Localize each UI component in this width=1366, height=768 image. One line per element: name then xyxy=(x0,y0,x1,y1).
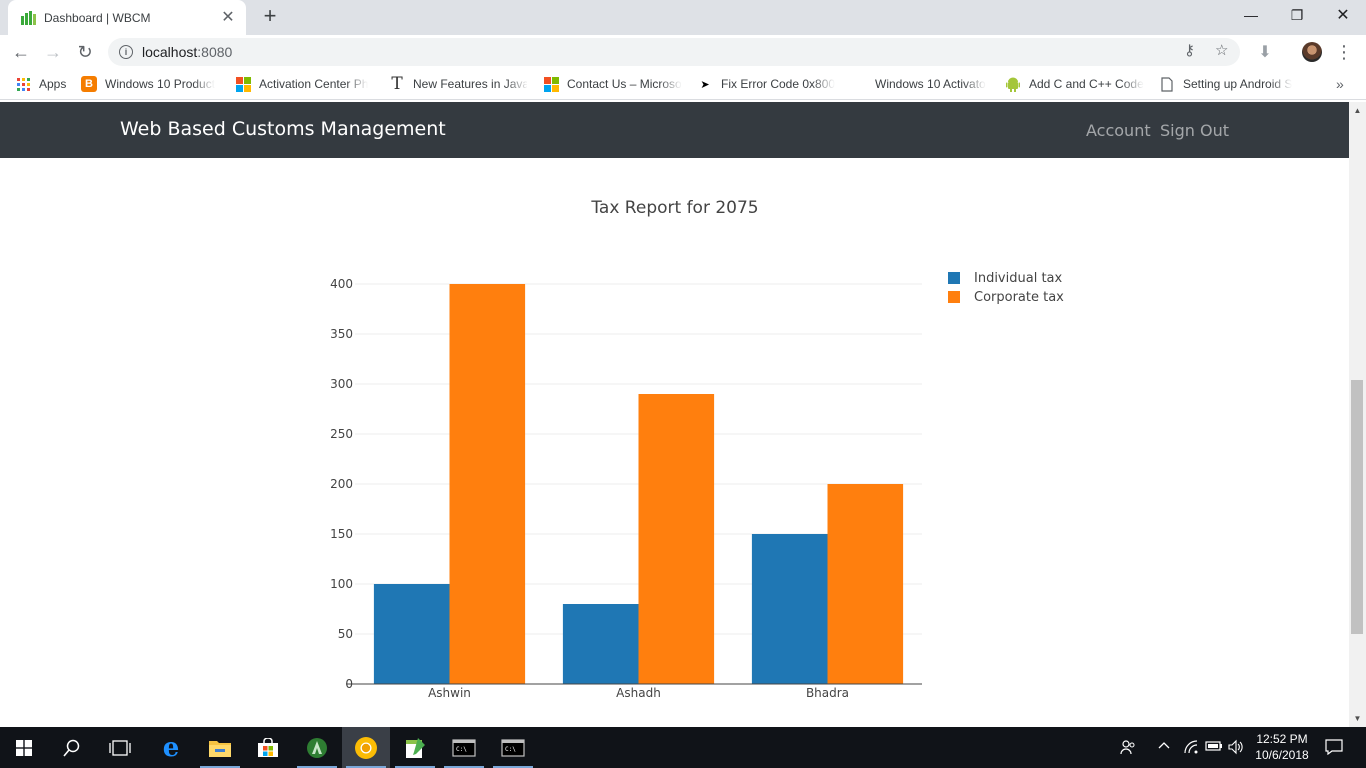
tax-report-chart: Tax Report for 2075050100150200250300350… xyxy=(330,198,1064,700)
key-icon[interactable]: ⚷ xyxy=(1184,41,1195,59)
legend-label: Individual tax xyxy=(974,271,1063,286)
blank-icon xyxy=(851,76,867,92)
bar-corporate xyxy=(638,394,715,684)
clock-date: 10/6/2018 xyxy=(1255,748,1309,762)
app-brand[interactable]: Web Based Customs Management xyxy=(120,118,446,140)
site-info-icon[interactable]: i xyxy=(119,45,133,59)
x-tick-label: Ashwin xyxy=(428,686,471,700)
chevron-up-icon[interactable] xyxy=(1157,739,1171,756)
legend-swatch xyxy=(948,291,960,303)
bookmarks-bar: Apps B Windows 10 Product Activation Cen… xyxy=(0,69,1366,100)
y-tick-label: 400 xyxy=(330,277,353,291)
serif-t-icon: T xyxy=(391,76,403,92)
scroll-up-icon[interactable]: ▲ xyxy=(1349,102,1366,119)
android-icon xyxy=(1005,76,1021,92)
bookmark-item[interactable]: B Windows 10 Product xyxy=(81,76,216,92)
y-tick-label: 150 xyxy=(330,527,353,541)
restore-button[interactable]: ❐ xyxy=(1274,0,1320,30)
profile-avatar[interactable] xyxy=(1302,42,1322,62)
page-icon xyxy=(1159,76,1175,92)
edge-icon[interactable]: e xyxy=(147,727,195,768)
browser-tab[interactable]: Dashboard | WBCM ✕ xyxy=(8,0,246,35)
svg-text:C:\: C:\ xyxy=(505,746,516,753)
page-scrollbar[interactable]: ▲ ▼ xyxy=(1349,102,1366,727)
bookmark-item[interactable]: Add C and C++ Code xyxy=(1005,76,1145,92)
notifications-icon[interactable] xyxy=(1325,739,1343,758)
volume-icon[interactable] xyxy=(1228,739,1244,758)
bookmark-item[interactable]: T New Features in Java xyxy=(389,76,527,92)
bookmark-star-icon[interactable]: ☆ xyxy=(1215,41,1228,59)
system-clock[interactable]: 12:52 PM 10/6/2018 xyxy=(1254,731,1310,763)
url-text: localhost:8080 xyxy=(142,44,233,60)
clock-time: 12:52 PM xyxy=(1256,732,1308,746)
browser-tabstrip: Dashboard | WBCM ✕ + — ❐ ✕ xyxy=(0,0,1366,35)
apps-grid-icon xyxy=(15,76,31,92)
legend-label: Corporate tax xyxy=(974,290,1064,305)
scroll-down-icon[interactable]: ▼ xyxy=(1349,710,1366,727)
cursor-icon: ➤ xyxy=(700,78,710,91)
bar-individual xyxy=(562,604,639,684)
page-content: Tax Report for 2075 0 50 100 150 200 250 300 350… xyxy=(0,158,1349,727)
close-window-button[interactable]: ✕ xyxy=(1320,0,1366,30)
bookmark-item[interactable]: Setting up Android S xyxy=(1159,76,1297,92)
bar-individual xyxy=(751,534,828,684)
windows-taskbar: e C:\ C:\ 12:52 PM 10/6/2018 xyxy=(0,727,1366,768)
battery-icon[interactable] xyxy=(1205,739,1223,756)
task-view-icon[interactable] xyxy=(96,727,144,768)
bookmark-item[interactable]: Contact Us – Microso xyxy=(543,76,681,92)
y-tick-label: 350 xyxy=(330,327,353,341)
y-tick-label: 100 xyxy=(330,577,353,591)
forward-button[interactable]: → xyxy=(40,39,66,65)
start-icon[interactable] xyxy=(0,727,48,768)
blogger-icon: B xyxy=(81,76,97,92)
tab-close-icon[interactable]: ✕ xyxy=(220,9,236,26)
bookmark-item[interactable]: Windows 10 Activato xyxy=(851,76,989,92)
legend-swatch xyxy=(948,272,960,284)
reload-button[interactable]: ↻ xyxy=(72,39,98,65)
bar-corporate xyxy=(827,484,904,684)
menu-icon[interactable]: ⋮ xyxy=(1331,39,1357,65)
x-tick-label: Bhadra xyxy=(806,686,849,700)
scroll-thumb[interactable] xyxy=(1351,380,1363,634)
y-tick-label: 200 xyxy=(330,477,353,491)
terminal-icon[interactable]: C:\ xyxy=(489,727,537,768)
chart-title: Tax Report for 2075 xyxy=(590,198,758,218)
bookmark-apps[interactable]: Apps xyxy=(15,76,66,92)
bookmark-item[interactable]: Activation Center Ph xyxy=(235,76,373,92)
people-icon[interactable] xyxy=(1120,739,1136,758)
bar-individual xyxy=(373,584,450,684)
wifi-icon[interactable] xyxy=(1183,739,1199,758)
search-icon[interactable] xyxy=(48,727,96,768)
bar-corporate xyxy=(449,284,526,684)
microsoft-icon xyxy=(543,76,559,92)
notepad-plus-icon[interactable] xyxy=(391,727,439,768)
file-explorer-icon[interactable] xyxy=(196,727,244,768)
address-bar[interactable]: i localhost:8080 xyxy=(108,38,1240,66)
download-icon[interactable]: ⬇ xyxy=(1252,39,1278,65)
y-tick-label: 50 xyxy=(338,627,353,641)
y-tick-label: 250 xyxy=(330,427,353,441)
sign-out-link[interactable]: Sign Out xyxy=(1160,121,1229,140)
account-link[interactable]: Account xyxy=(1086,121,1151,140)
bookmark-item[interactable]: ➤ Fix Error Code 0x800 xyxy=(697,76,835,92)
android-studio-icon[interactable] xyxy=(293,727,341,768)
new-tab-button[interactable]: + xyxy=(258,5,282,29)
microsoft-icon xyxy=(235,76,251,92)
tab-title: Dashboard | WBCM xyxy=(44,10,151,25)
x-tick-label: Ashadh xyxy=(616,686,661,700)
svg-text:C:\: C:\ xyxy=(456,746,467,753)
minimize-button[interactable]: — xyxy=(1228,0,1274,30)
chrome-icon[interactable] xyxy=(342,727,390,768)
store-icon[interactable] xyxy=(244,727,292,768)
y-tick-label: 300 xyxy=(330,377,353,391)
browser-toolbar: ← → ↻ i localhost:8080 ⚷ ☆ ⬇ ⋮ xyxy=(0,35,1366,69)
terminal-icon[interactable]: C:\ xyxy=(440,727,488,768)
wbcm-favicon-icon xyxy=(20,10,36,26)
back-button[interactable]: ← xyxy=(8,39,34,65)
app-navbar: Web Based Customs Management Account Sig… xyxy=(0,102,1349,158)
bookmarks-overflow-icon[interactable]: » xyxy=(1336,76,1344,92)
